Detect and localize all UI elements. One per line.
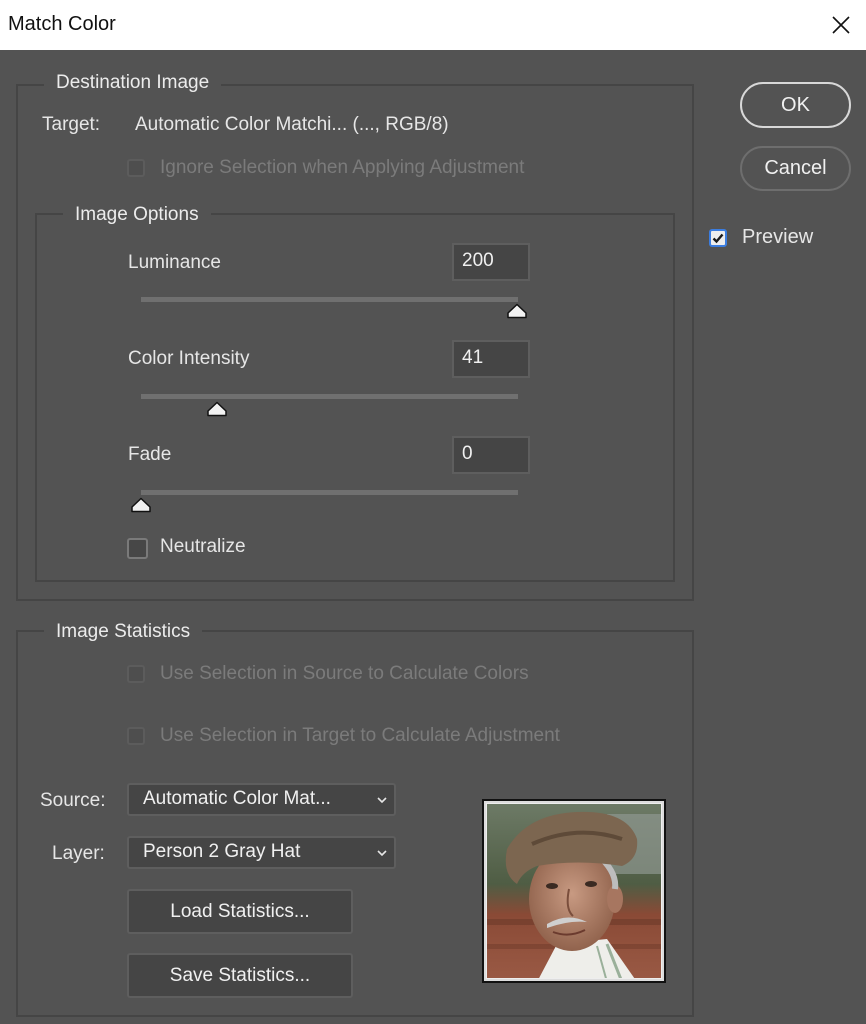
image-statistics-legend: Image Statistics	[44, 621, 203, 643]
preview-checkbox-row[interactable]: Preview	[709, 226, 839, 250]
use-selection-target-label: Use Selection in Target to Calculate Adj…	[160, 725, 560, 746]
ignore-selection-checkbox[interactable]	[127, 159, 145, 177]
luminance-input[interactable]: 200	[452, 243, 530, 281]
preview-label: Preview	[742, 226, 814, 248]
fade-slider-thumb[interactable]	[130, 497, 152, 513]
layer-label: Layer:	[52, 843, 105, 864]
target-value: Automatic Color Matchi... (..., RGB/8)	[135, 114, 449, 135]
layer-value: Person 2 Gray Hat	[143, 841, 301, 862]
ok-label: OK	[781, 93, 810, 116]
fade-label: Fade	[128, 444, 172, 465]
use-selection-source-label: Use Selection in Source to Calculate Col…	[160, 663, 529, 684]
neutralize-label: Neutralize	[160, 536, 246, 557]
luminance-slider-track[interactable]	[141, 297, 518, 302]
use-selection-source-checkbox[interactable]	[127, 665, 145, 683]
window-title: Match Color	[8, 13, 116, 35]
title-bar: Match Color	[0, 0, 866, 50]
preview-checkbox[interactable]	[709, 229, 727, 247]
luminance-value: 200	[462, 250, 494, 271]
layer-select[interactable]: Person 2 Gray Hat	[127, 836, 396, 869]
close-button[interactable]	[816, 0, 866, 50]
color-intensity-slider-track[interactable]	[141, 394, 518, 399]
color-intensity-value: 41	[462, 347, 484, 368]
source-select[interactable]: Automatic Color Mat...	[127, 783, 396, 816]
load-statistics-button[interactable]: Load Statistics...	[127, 889, 353, 934]
chevron-down-icon	[377, 850, 387, 857]
chevron-down-icon	[377, 797, 387, 804]
source-value: Automatic Color Mat...	[143, 788, 331, 809]
fade-slider-track[interactable]	[141, 490, 518, 495]
save-statistics-label: Save Statistics...	[169, 964, 311, 986]
neutralize-checkbox[interactable]	[127, 538, 148, 559]
fade-value: 0	[462, 443, 473, 464]
portrait-illustration	[487, 804, 661, 978]
color-intensity-input[interactable]: 41	[452, 340, 530, 378]
target-label: Target:	[42, 114, 101, 135]
close-icon	[832, 16, 850, 34]
luminance-label: Luminance	[128, 252, 221, 273]
save-statistics-button[interactable]: Save Statistics...	[127, 953, 353, 998]
color-intensity-label: Color Intensity	[128, 348, 250, 369]
ignore-selection-label: Ignore Selection when Applying Adjustmen…	[160, 157, 525, 178]
use-selection-target-checkbox[interactable]	[127, 727, 145, 745]
source-label: Source:	[40, 790, 106, 811]
luminance-slider-thumb[interactable]	[506, 303, 528, 319]
cancel-button[interactable]: Cancel	[740, 146, 851, 191]
load-statistics-label: Load Statistics...	[170, 900, 310, 922]
source-preview-thumbnail	[482, 799, 666, 983]
checkmark-icon	[712, 233, 724, 244]
image-options-legend: Image Options	[63, 204, 211, 226]
fade-input[interactable]: 0	[452, 436, 530, 474]
ok-button[interactable]: OK	[740, 82, 851, 128]
cancel-label: Cancel	[764, 157, 827, 179]
color-intensity-slider-thumb[interactable]	[206, 401, 228, 417]
portrait-image	[486, 803, 662, 979]
destination-image-legend: Destination Image	[44, 72, 222, 94]
